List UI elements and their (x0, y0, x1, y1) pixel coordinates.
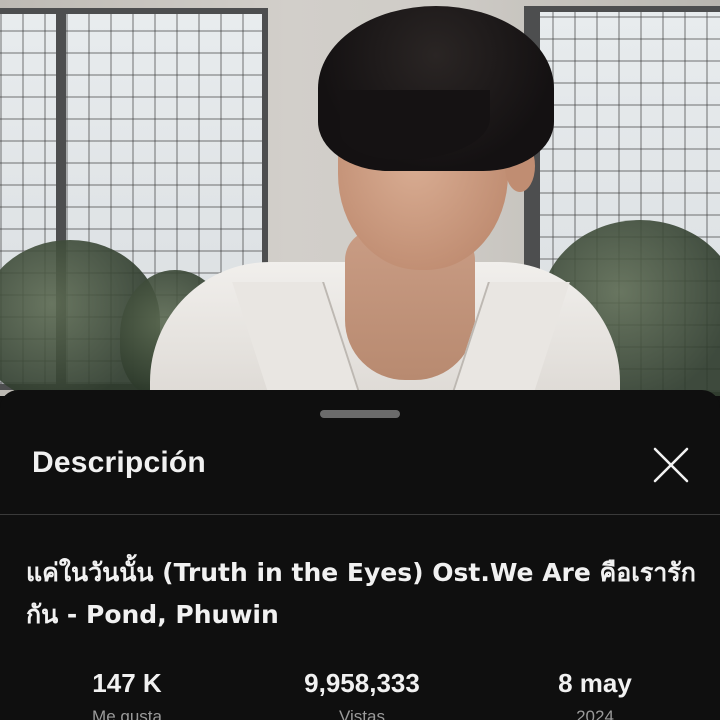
views-label: Vistas (339, 707, 385, 720)
video-player[interactable] (0, 0, 720, 396)
publish-year: 2024 (576, 707, 614, 720)
drag-handle[interactable] (320, 410, 400, 418)
close-icon (653, 447, 689, 483)
likes-label: Me gusta (92, 707, 162, 720)
publish-date: 8 may (558, 668, 632, 698)
likes-stat: 147 K Me gusta (27, 668, 227, 720)
video-title: แค่ในวันนั้น (Truth in the Eyes) Ost.We … (26, 558, 696, 629)
sheet-title: Descripción (32, 446, 206, 479)
divider (0, 514, 720, 515)
description-sheet: Descripción แค่ในวันนั้น (Truth in the E… (0, 390, 720, 720)
date-stat: 8 may 2024 (495, 668, 695, 720)
views-stat: 9,958,333 Vistas (262, 668, 462, 720)
likes-count: 147 K (92, 668, 162, 698)
views-count: 9,958,333 (304, 668, 420, 698)
screen: Descripción แค่ในวันนั้น (Truth in the E… (0, 0, 720, 720)
close-button[interactable] (646, 440, 696, 490)
stats-row: 147 K Me gusta 9,958,333 Vistas 8 may 20… (0, 668, 720, 720)
